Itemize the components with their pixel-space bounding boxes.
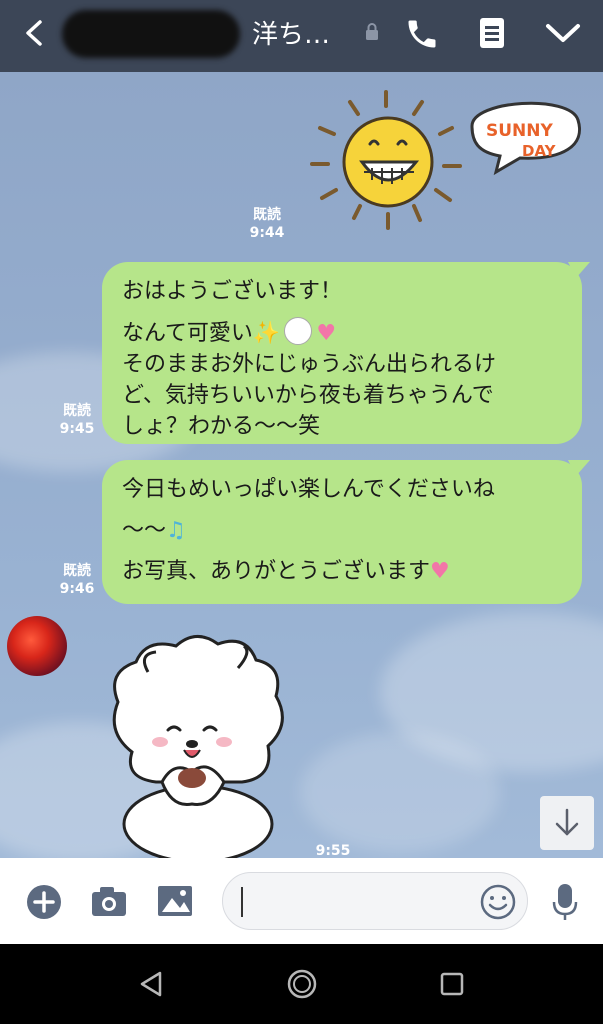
text-caret xyxy=(241,887,243,917)
arrow-down-icon xyxy=(555,808,579,836)
bubble-tail xyxy=(568,262,590,278)
read-receipt: 既読 9:44 xyxy=(249,207,285,241)
redacted-contact-name xyxy=(62,10,240,58)
scroll-to-bottom-button[interactable] xyxy=(540,796,594,850)
message-bubble[interactable]: おはようございます！ なんて可愛い✨ ♥ そのままお外にじゅうぶん出られるけ ど、… xyxy=(102,262,590,444)
message-text: なんて可愛い✨ ♥ xyxy=(122,317,562,349)
chat-area[interactable]: SUNNY DAY 既読 9:44 おはようございます！ なんて可愛い✨ ♥ その… xyxy=(0,72,603,858)
phone-call-icon[interactable] xyxy=(404,16,440,52)
message-input-bar xyxy=(0,858,603,944)
emoji-icon[interactable] xyxy=(479,883,517,921)
message-text: 今日もめいっぱい楽しんでくださいね xyxy=(122,477,495,502)
message-text: おはようございます！ xyxy=(122,279,343,304)
chat-header: 洋ち… xyxy=(0,0,603,72)
music-note-emoji-icon: ♫ xyxy=(166,518,186,543)
message-text: お写真、ありがとうございます♥ xyxy=(122,559,450,584)
message-input[interactable] xyxy=(222,872,528,930)
notes-menu-icon[interactable] xyxy=(478,16,506,50)
nav-recents-icon[interactable] xyxy=(440,972,464,996)
chat-title[interactable]: 洋ち… xyxy=(252,14,330,51)
chevron-down-icon[interactable] xyxy=(544,20,582,46)
plus-circle-icon[interactable] xyxy=(26,884,62,920)
bubble-tail xyxy=(568,460,590,476)
message-time: 9:55 xyxy=(315,843,351,858)
microphone-icon[interactable] xyxy=(552,882,578,922)
message-text: 〜〜♫ xyxy=(122,518,186,543)
bunny-emoji-icon xyxy=(284,317,313,345)
heart-emoji-icon: ♥ xyxy=(430,559,450,584)
sunny-day-sticker[interactable]: SUNNY DAY xyxy=(300,86,590,236)
nav-back-icon[interactable] xyxy=(138,970,164,998)
sparkle-emoji-icon: ✨ xyxy=(252,321,281,346)
sender-avatar[interactable] xyxy=(7,616,67,676)
message-text: しょ？わかる〜〜笑 xyxy=(122,414,321,439)
heart-emoji-icon: ♥ xyxy=(316,321,337,346)
svg-text:SUNNY: SUNNY xyxy=(486,121,554,141)
image-gallery-icon[interactable] xyxy=(156,884,194,918)
message-text: そのままお外にじゅうぶん出られるけ xyxy=(122,352,497,377)
read-receipt: 既読 9:45 xyxy=(59,403,95,437)
system-navigation-bar xyxy=(0,944,603,1024)
back-arrow-icon[interactable] xyxy=(18,16,52,50)
white-fluffy-dog-sticker[interactable] xyxy=(96,632,296,858)
message-text: ど、気持ちいいから夜も着ちゃうんで xyxy=(122,383,494,408)
svg-text:DAY: DAY xyxy=(522,142,557,160)
camera-icon[interactable] xyxy=(90,884,128,918)
lock-icon xyxy=(366,23,378,40)
read-receipt: 既読 9:46 xyxy=(59,563,95,597)
message-bubble[interactable]: 今日もめいっぱい楽しんでくださいね 〜〜♫ お写真、ありがとうございます♥ xyxy=(102,460,590,604)
nav-home-icon[interactable] xyxy=(286,968,318,1000)
